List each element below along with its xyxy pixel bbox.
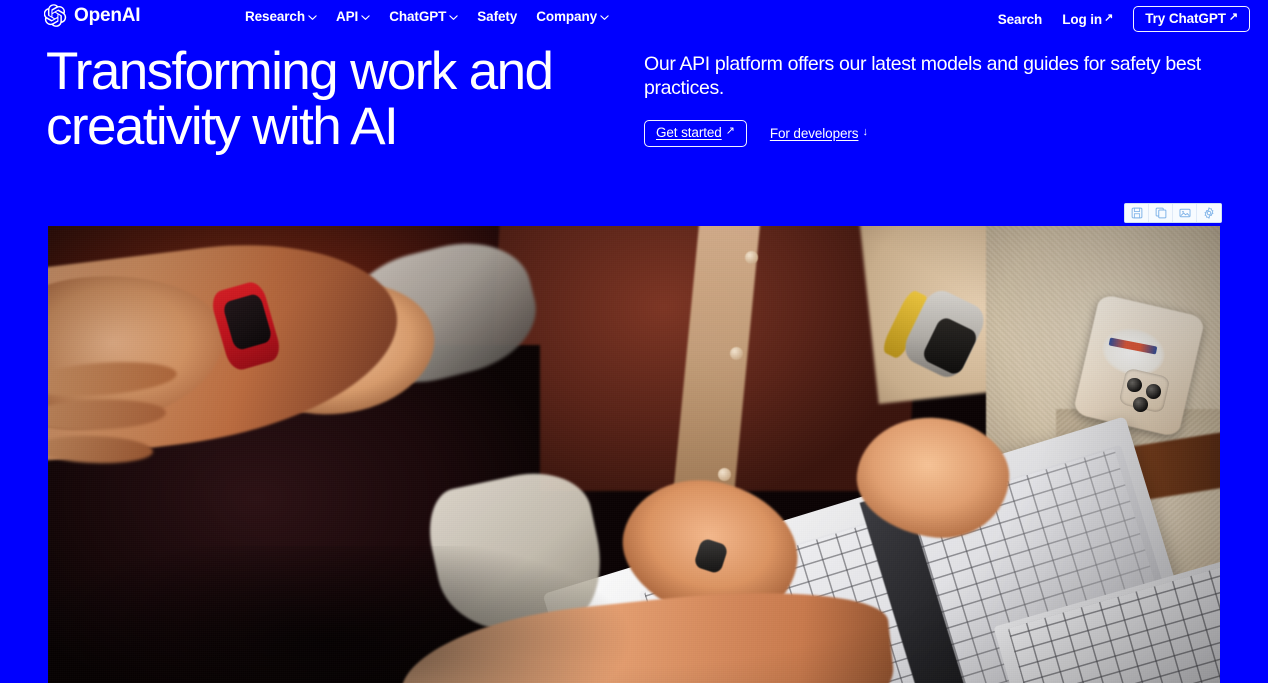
brand-name-label: OpenAI [74, 5, 141, 26]
try-chatgpt-button[interactable]: Try ChatGPT ↗ [1133, 6, 1250, 32]
arrow-up-right-icon: ↗ [725, 125, 735, 137]
for-developers-link[interactable]: For developers ↓ [770, 126, 868, 141]
login-label: Log in [1062, 11, 1103, 27]
hero-subtitle: Our API platform offers our latest model… [644, 53, 1201, 99]
nav-item-label: Research [245, 9, 305, 24]
openai-blossom-logo-icon [44, 4, 67, 27]
chevron-down-icon [600, 11, 609, 22]
hero-image [48, 226, 1220, 683]
nav-item-label: API [336, 9, 359, 24]
image-icon[interactable] [1173, 204, 1197, 222]
arrow-down-icon: ↓ [862, 126, 868, 138]
nav-item-chatgpt[interactable]: ChatGPT [389, 9, 458, 24]
arrow-up-right-icon: ↗ [1228, 11, 1238, 23]
hero-right-column: Our API platform offers our latest model… [644, 52, 1219, 147]
nav-item-company[interactable]: Company [536, 9, 609, 24]
chevron-down-icon [308, 11, 317, 22]
nav-item-api[interactable]: API [336, 9, 370, 24]
nav-item-label: Company [536, 9, 598, 24]
primary-nav-links: Research API ChatGPT Safety Company [245, 9, 609, 24]
nav-item-research[interactable]: Research [245, 9, 317, 24]
cta-label: Try ChatGPT [1145, 11, 1226, 26]
nav-item-label: Safety [477, 9, 518, 24]
nav-item-label: ChatGPT [389, 9, 447, 24]
search-label: Search [997, 11, 1043, 27]
chevron-down-icon [361, 11, 370, 22]
top-navigation-bar: OpenAI Research API ChatGPT Safety Compa… [0, 0, 1268, 34]
login-link[interactable]: Log in ↗ [1062, 12, 1113, 27]
settings-gear-icon[interactable] [1197, 204, 1221, 222]
chevron-down-icon [449, 11, 458, 22]
copy-icon[interactable] [1149, 204, 1173, 222]
search-button[interactable]: Search [997, 11, 1043, 27]
arrow-up-right-icon: ↗ [1104, 11, 1114, 24]
for-developers-label: For developers [769, 126, 859, 141]
brand-logo-link[interactable]: OpenAI [44, 4, 141, 27]
get-started-label: Get started [656, 125, 722, 140]
nav-item-safety[interactable]: Safety [477, 9, 517, 24]
secondary-nav-actions: Search Log in ↗ Try ChatGPT ↗ [998, 6, 1250, 32]
get-started-button[interactable]: Get started ↗ [644, 120, 747, 147]
image-context-toolbar [1124, 203, 1222, 223]
page-title: Transforming work and creativity with AI [46, 42, 554, 156]
hero-action-row: Get started ↗ For developers ↓ [644, 120, 1219, 147]
photo-grain [48, 226, 1220, 683]
openai-homepage: OpenAI Research API ChatGPT Safety Compa… [0, 0, 1268, 683]
save-icon[interactable] [1125, 204, 1149, 222]
